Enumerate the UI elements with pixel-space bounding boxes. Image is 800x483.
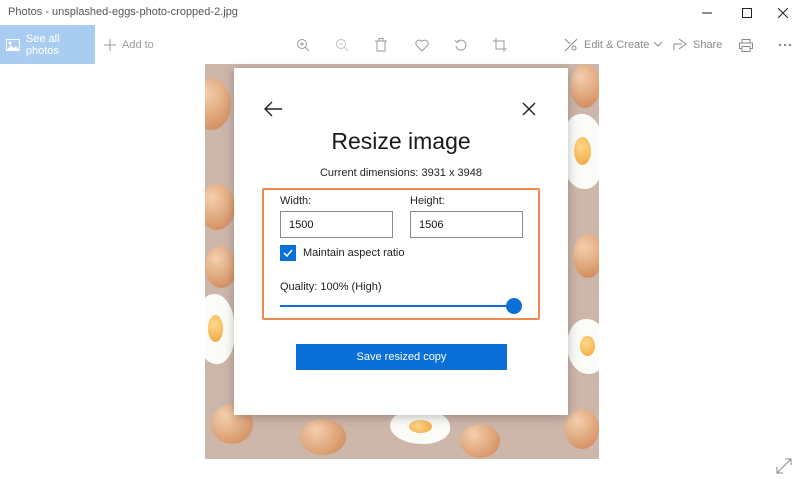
egg-decoration — [205, 78, 231, 130]
current-dimensions: Current dimensions: 3931 x 3948 — [319, 167, 483, 179]
zoom-out-button[interactable] — [332, 35, 352, 55]
share-button[interactable]: Share — [673, 25, 722, 64]
expand-button[interactable] — [775, 457, 793, 475]
minimize-icon — [702, 12, 712, 13]
height-label: Height: — [410, 195, 445, 207]
maintain-aspect-label: Maintain aspect ratio — [303, 247, 405, 259]
print-button[interactable] — [736, 35, 756, 55]
quality-slider-thumb[interactable] — [506, 298, 522, 314]
add-to-label: Add to — [122, 38, 154, 51]
maintain-aspect-checkbox[interactable] — [280, 245, 296, 261]
crop-icon — [493, 38, 507, 52]
close-icon — [522, 102, 536, 116]
maximize-icon — [742, 7, 752, 18]
expand-icon — [776, 458, 792, 474]
quality-label: Quality: 100% (High) — [280, 281, 382, 293]
checkmark-icon — [283, 249, 293, 257]
heart-icon — [415, 39, 429, 52]
share-icon — [673, 38, 687, 50]
zoom-out-icon — [336, 39, 349, 52]
delete-button[interactable] — [371, 35, 391, 55]
rotate-button[interactable] — [451, 35, 471, 55]
see-all-photos-label: See all photos — [25, 32, 60, 57]
zoom-in-button[interactable] — [293, 35, 313, 55]
egg-decoration — [573, 234, 599, 278]
minimize-button[interactable] — [687, 0, 727, 25]
close-window-icon — [778, 7, 788, 18]
more-icon — [778, 43, 792, 47]
egg-decoration — [300, 419, 346, 455]
see-all-photos-button[interactable]: See all photos — [0, 25, 95, 64]
window-title: Photos - unsplashed-eggs-photo-cropped-2… — [8, 6, 238, 18]
add-to-button[interactable]: Add to — [104, 25, 154, 64]
width-label: Width: — [280, 195, 312, 207]
print-icon — [739, 38, 753, 52]
trash-icon — [375, 38, 387, 52]
quality-slider-track[interactable] — [280, 305, 514, 307]
maximize-button[interactable] — [727, 0, 767, 25]
edit-create-button[interactable]: Edit & Create — [564, 25, 663, 64]
fried-egg-decoration — [205, 294, 235, 364]
edit-create-label: Edit & Create — [584, 38, 650, 51]
favorite-button[interactable] — [412, 35, 432, 55]
close-dialog-button[interactable] — [518, 98, 540, 120]
egg-decoration — [460, 424, 500, 458]
share-label: Share — [693, 38, 723, 51]
rotate-icon — [454, 39, 467, 51]
zoom-in-icon — [297, 39, 310, 52]
title-bar: Photos - unsplashed-eggs-photo-cropped-2… — [0, 0, 800, 25]
egg-decoration — [205, 184, 235, 230]
toolbar: See all photos Add to Edit & Create Shar… — [0, 25, 800, 64]
egg-decoration — [565, 409, 599, 449]
resize-dialog: Resize image Current dimensions: 3931 x … — [234, 68, 568, 415]
plus-icon — [104, 38, 116, 51]
egg-decoration — [205, 246, 237, 288]
back-button[interactable] — [262, 98, 284, 120]
more-button[interactable] — [775, 35, 795, 55]
fried-egg-decoration — [567, 319, 599, 374]
egg-decoration — [570, 64, 599, 108]
dialog-title: Resize image — [331, 128, 471, 154]
height-input[interactable] — [410, 211, 523, 238]
close-window-button[interactable] — [763, 0, 800, 25]
edit-create-icon — [564, 38, 578, 51]
width-input[interactable] — [280, 211, 393, 238]
chevron-down-icon — [654, 42, 663, 47]
back-arrow-icon — [264, 101, 282, 117]
save-resized-copy-button[interactable]: Save resized copy — [296, 344, 507, 370]
image-icon — [6, 38, 20, 51]
crop-button[interactable] — [490, 35, 510, 55]
